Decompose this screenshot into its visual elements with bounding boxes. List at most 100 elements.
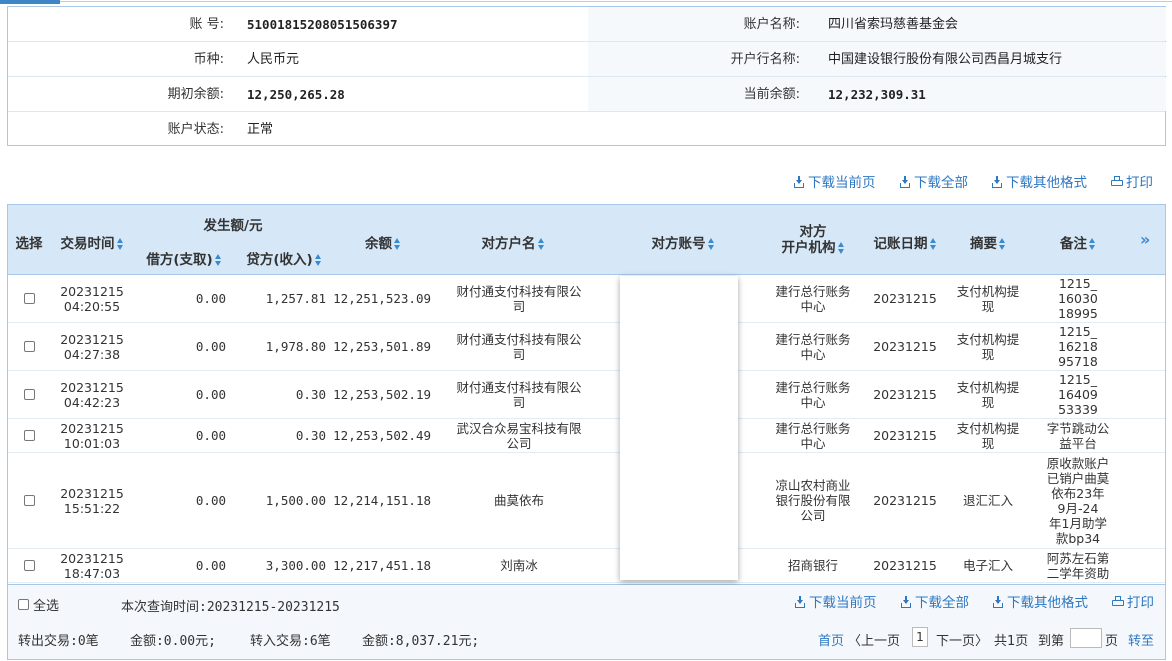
remark-text-cont: 53339: [1058, 402, 1098, 417]
opening-balance-value: 12,250,265.28: [247, 87, 345, 102]
credit-amount: 0.30: [295, 387, 326, 402]
current-page: 1: [912, 627, 928, 647]
credit-amount: 1,500.00: [265, 493, 326, 508]
currency-label: 币种:: [193, 52, 224, 67]
checkbox-icon: [18, 599, 29, 610]
opening-balance-label: 期初余额:: [167, 87, 224, 102]
footer-print-button[interactable]: 打印: [1112, 593, 1154, 613]
remark-text-cont: 18995: [1058, 306, 1098, 321]
sort-icon: [999, 238, 1006, 250]
table-row[interactable]: 20231215 04:20:55 0.00 1,257.81 12,251,523.0…: [8, 275, 1165, 323]
remark-text-cont: 年1月助学: [1049, 515, 1107, 531]
col-counterparty-bank[interactable]: 对方 开户机构: [768, 224, 858, 256]
select-all-checkbox[interactable]: 全选: [18, 595, 59, 614]
row-checkbox[interactable]: [23, 495, 35, 506]
page-unit-label: 页: [1105, 634, 1119, 649]
col-time[interactable]: 交易时间: [52, 232, 132, 252]
balance-amount: 12,214,151.18: [333, 493, 431, 508]
summary-text: 支付机构提: [956, 283, 1020, 299]
row-checkbox[interactable]: [23, 560, 35, 571]
more-columns-icon[interactable]: »: [1140, 230, 1150, 249]
txn-time: 15:51:22: [63, 500, 121, 516]
remark-text-cont: 95718: [1058, 354, 1098, 369]
summary-text-cont: 现: [981, 435, 995, 451]
counterparty-bank-cont: 中心: [800, 394, 826, 410]
col-summary[interactable]: 摘要: [958, 232, 1018, 252]
remark-text: 1215_: [1058, 372, 1098, 387]
download-other-format-button[interactable]: 下载其他格式: [991, 173, 1087, 193]
txn-date: 20231215: [60, 331, 124, 347]
download-icon: [900, 596, 912, 608]
remark-text: 1215_: [1058, 276, 1098, 291]
first-page-link[interactable]: 首页: [818, 630, 844, 649]
counterparty-name: 曲莫依布: [493, 493, 544, 508]
outgoing-summary: 转出交易:0笔 金额:0.00元;: [18, 634, 216, 649]
col-remark[interactable]: 备注: [1048, 232, 1108, 252]
counterparty-bank: 建行总行账务: [775, 283, 851, 299]
footer-download-all-button[interactable]: 下载全部: [900, 593, 969, 613]
remark-text-cont: 16218: [1058, 339, 1098, 354]
next-page-link[interactable]: 下一页〉: [936, 630, 988, 649]
txn-date: 20231215: [60, 283, 124, 299]
col-post-date[interactable]: 记账日期: [865, 232, 945, 252]
row-checkbox[interactable]: [23, 389, 35, 400]
balance-amount: 12,253,502.19: [333, 387, 431, 402]
post-date: 20231215: [873, 339, 937, 354]
download-page-button[interactable]: 下载当前页: [793, 173, 876, 193]
goto-page-input[interactable]: [1070, 628, 1102, 648]
download-all-button[interactable]: 下载全部: [899, 173, 968, 193]
info-row-currency: 币种: 人民币元 开户行名称: 中国建设银行股份有限公司西昌月城支行: [8, 42, 1166, 77]
balance-amount: 12,253,502.49: [333, 428, 431, 443]
counterparty-name: 财付通支付科技有限公: [456, 283, 582, 299]
download-icon: [793, 176, 805, 188]
post-date: 20231215: [873, 428, 937, 443]
col-credit[interactable]: 贷方(收入): [238, 248, 330, 268]
post-date: 20231215: [873, 558, 937, 573]
remark-text: 阿苏左石第: [1046, 550, 1110, 566]
footer-download-page-button[interactable]: 下载当前页: [794, 593, 877, 613]
info-row-account: 账 号: 510018152080515063​97 账户名称: 四川省索玛慈善…: [8, 7, 1166, 42]
row-checkbox[interactable]: [23, 293, 35, 304]
summary-text: 支付机构提: [956, 331, 1020, 347]
table-row[interactable]: 20231215 10:01:03 0.00 0.30 12,253,502.49 武汉合…: [8, 419, 1165, 453]
counterparty-name-cont: 司: [512, 394, 526, 410]
debit-amount: 0.00: [195, 387, 226, 402]
debit-amount: 0.00: [195, 339, 226, 354]
sort-icon: [1089, 238, 1096, 250]
counterparty-bank: 建行总行账务: [775, 331, 851, 347]
footer-download-other-format-button[interactable]: 下载其他格式: [992, 593, 1088, 613]
summary-text: 电子汇入: [962, 558, 1013, 573]
counterparty-bank-cont: 中心: [800, 346, 826, 362]
table-row[interactable]: 20231215 04:27:38 0.00 1,978.80 12,253,501.8…: [8, 323, 1165, 371]
txn-time: 04:27:38: [63, 346, 121, 362]
query-time: 本次查询时间:20231215-20231215: [121, 600, 340, 615]
table-row[interactable]: 20231215 04:42:23 0.00 0.30 12,253,502.19 财付通…: [8, 371, 1165, 419]
goto-button[interactable]: 转至: [1128, 630, 1154, 649]
account-status-label: 账户状态:: [167, 122, 224, 137]
counterparty-name-cont: 司: [512, 298, 526, 314]
counterparty-bank-cont: 中心: [800, 298, 826, 314]
col-debit[interactable]: 借方(支取): [138, 248, 230, 268]
balance-amount: 12,217,451.18: [333, 558, 431, 573]
col-amount-group: 发生额/元: [203, 218, 263, 234]
download-icon: [794, 596, 806, 608]
row-checkbox[interactable]: [23, 341, 35, 352]
remark-text-cont: 益平台: [1059, 435, 1097, 451]
col-balance[interactable]: 余额: [353, 232, 413, 252]
prev-page-link[interactable]: 〈上一页: [848, 630, 900, 649]
table-row[interactable]: 20231215 18:47:03 0.00 3,300.00 12,217,451.1…: [8, 549, 1165, 583]
col-select: 选择: [15, 236, 43, 252]
balance-amount: 12,251,523.09: [333, 291, 431, 306]
remark-text-cont: 16030: [1058, 291, 1098, 306]
debit-amount: 0.00: [195, 291, 226, 306]
col-counterparty-name[interactable]: 对方户名: [468, 232, 558, 252]
print-button[interactable]: 打印: [1111, 173, 1153, 193]
counterparty-bank-cont: 中心: [800, 435, 826, 451]
remark-text-cont: 9月-24: [1057, 500, 1099, 516]
info-row-balance: 期初余额: 12,250,265.28 当前余额: 12,232,309.31: [8, 77, 1166, 112]
sort-icon: [537, 238, 545, 250]
account-info-panel: 账 号: 510018152080515063​97 账户名称: 四川省索玛慈善…: [7, 6, 1166, 146]
col-counterparty-account[interactable]: 对方账号: [638, 232, 728, 252]
table-row[interactable]: 20231215 15:51:22 0.00 1,500.00 12,214,151.1…: [8, 453, 1165, 549]
row-checkbox[interactable]: [23, 430, 35, 441]
